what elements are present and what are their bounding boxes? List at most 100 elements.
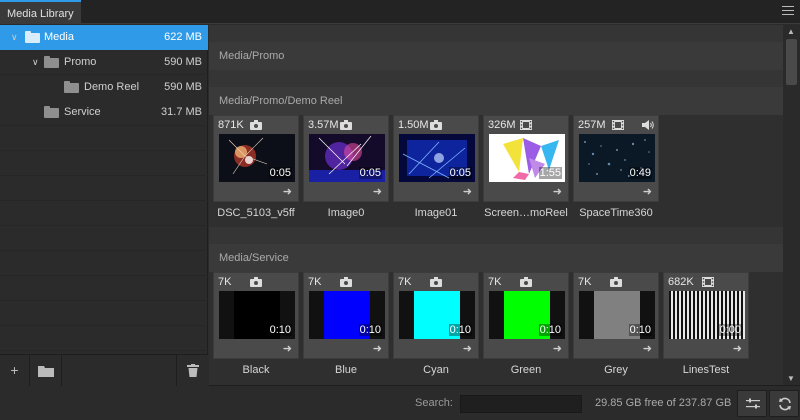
media-name: SpaceTime360	[579, 207, 653, 219]
tree-divider	[0, 175, 208, 176]
section-spacer	[209, 227, 783, 244]
vertical-scrollbar[interactable]: ▲ ▼	[783, 25, 800, 385]
camera-icon	[430, 120, 442, 130]
hamburger-menu-icon[interactable]	[782, 6, 794, 18]
arrow-right-icon[interactable]: ➜	[463, 342, 472, 355]
section-spacer	[209, 70, 783, 87]
media-card[interactable]: 3.57M 0:05 ➜	[303, 115, 389, 202]
arrow-right-icon[interactable]: ➜	[373, 342, 382, 355]
duration-label: 0:00	[718, 324, 742, 336]
film-icon	[702, 277, 714, 287]
media-name: Image01	[414, 207, 458, 219]
arrow-right-icon[interactable]: ➜	[553, 342, 562, 355]
folder-icon	[37, 366, 54, 377]
folder-icon	[44, 106, 59, 118]
tree-divider	[0, 275, 208, 276]
arrow-right-icon[interactable]: ➜	[463, 185, 472, 198]
arrow-right-icon[interactable]: ➜	[283, 342, 292, 355]
media-name: Screen…moReel	[484, 207, 568, 219]
arrow-right-icon[interactable]: ➜	[553, 185, 562, 198]
duration-label: 0:10	[448, 324, 472, 336]
media-card[interactable]: 7K 0:10 ➜	[303, 272, 389, 359]
file-size: 1.50M	[398, 119, 429, 131]
duration-label: 0:10	[268, 324, 292, 336]
media-card[interactable]: 871K 0:05 ➜	[213, 115, 299, 202]
sidebar-item-media[interactable]: ∨ Media 622 MB	[0, 25, 208, 50]
scroll-down-icon[interactable]: ▼	[787, 374, 795, 383]
duration-label: 0:10	[358, 324, 382, 336]
sidebar-tree: ∨ Media 622 MB ∨ Promo 590 MB Demo Reel …	[0, 25, 208, 386]
sidebar-item-demo-reel[interactable]: Demo Reel 590 MB	[0, 75, 208, 100]
file-size: 257M	[578, 119, 606, 131]
media-card[interactable]: 7K 0:10 ➜	[393, 272, 479, 359]
scroll-up-icon[interactable]: ▲	[787, 27, 795, 36]
media-card[interactable]: 1.50M 0:05 ➜	[393, 115, 479, 202]
sidebar-item-label: Demo Reel	[84, 81, 140, 93]
media-name: LinesTest	[682, 364, 730, 376]
section-header: Media/Promo	[209, 42, 783, 70]
media-card[interactable]: 257M 0:49 ➜	[573, 115, 659, 202]
media-name: Green	[510, 364, 542, 376]
arrow-right-icon[interactable]: ➜	[373, 185, 382, 198]
file-size: 326M	[488, 119, 516, 131]
file-size: 7K	[578, 276, 592, 288]
tab-media-library[interactable]: Media Library	[0, 0, 81, 24]
camera-icon	[340, 120, 352, 130]
sidebar-item-label: Promo	[64, 56, 97, 68]
sliders-icon	[746, 398, 760, 409]
film-icon	[612, 120, 624, 130]
duration-label: 0:05	[268, 167, 292, 179]
tree-divider	[0, 250, 208, 251]
chevron-down-icon[interactable]: ∨	[11, 25, 18, 50]
new-folder-button[interactable]	[30, 355, 62, 386]
media-card[interactable]: 7K 0:10 ➜	[573, 272, 659, 359]
duration-label: 1:55	[538, 167, 562, 179]
duration-label: 0:05	[358, 167, 382, 179]
sidebar-item-service[interactable]: Service 31.7 MB	[0, 100, 208, 125]
tree-divider	[0, 150, 208, 151]
sidebar-item-size: 590 MB	[164, 56, 202, 68]
settings-button[interactable]	[737, 390, 767, 417]
tree-divider	[0, 325, 208, 326]
sidebar-item-promo[interactable]: ∨ Promo 590 MB	[0, 50, 208, 75]
duration-label: 0:05	[448, 167, 472, 179]
media-name: Cyan	[423, 364, 449, 376]
arrow-right-icon[interactable]: ➜	[733, 342, 742, 355]
refresh-icon	[779, 397, 791, 411]
folder-icon	[44, 56, 59, 68]
sidebar-item-label: Service	[64, 106, 101, 118]
media-card[interactable]: 682K 0:00 ➜	[663, 272, 749, 359]
tree-divider	[0, 300, 208, 301]
status-bar: Search: 29.85 GB free of 237.87 GB	[209, 385, 800, 420]
add-button[interactable]: +	[0, 355, 30, 386]
chevron-down-icon[interactable]: ∨	[32, 50, 39, 75]
tree-divider	[0, 125, 208, 126]
file-size: 7K	[488, 276, 502, 288]
tree-divider	[0, 350, 208, 351]
arrow-right-icon[interactable]: ➜	[283, 185, 292, 198]
media-name: Blue	[334, 364, 358, 376]
tree-divider	[0, 200, 208, 201]
media-grid-panel: Media/Promo Media/Promo/Demo Reel 871K 0…	[209, 25, 783, 385]
arrow-right-icon[interactable]: ➜	[643, 185, 652, 198]
refresh-button[interactable]	[769, 390, 799, 417]
media-card[interactable]: 7K 0:10 ➜	[483, 272, 569, 359]
free-space-text: 29.85 GB free of 237.87 GB	[595, 397, 732, 409]
media-card[interactable]: 7K 0:10 ➜	[213, 272, 299, 359]
file-size: 7K	[218, 276, 232, 288]
media-name: Grey	[604, 364, 628, 376]
section-spacer	[209, 25, 783, 42]
sidebar-item-size: 622 MB	[164, 31, 202, 43]
camera-icon	[520, 277, 532, 287]
media-card[interactable]: 326M 1:55 ➜	[483, 115, 569, 202]
file-size: 7K	[398, 276, 412, 288]
duration-label: 0:10	[628, 324, 652, 336]
arrow-right-icon[interactable]: ➜	[643, 342, 652, 355]
search-input[interactable]	[460, 395, 582, 413]
top-tab-bar: Media Library	[0, 0, 800, 24]
trash-icon	[186, 364, 199, 377]
media-name: DSC_5103_v5ff	[217, 207, 295, 219]
scroll-thumb[interactable]	[786, 39, 797, 85]
delete-button[interactable]	[176, 355, 208, 386]
camera-icon	[610, 277, 622, 287]
